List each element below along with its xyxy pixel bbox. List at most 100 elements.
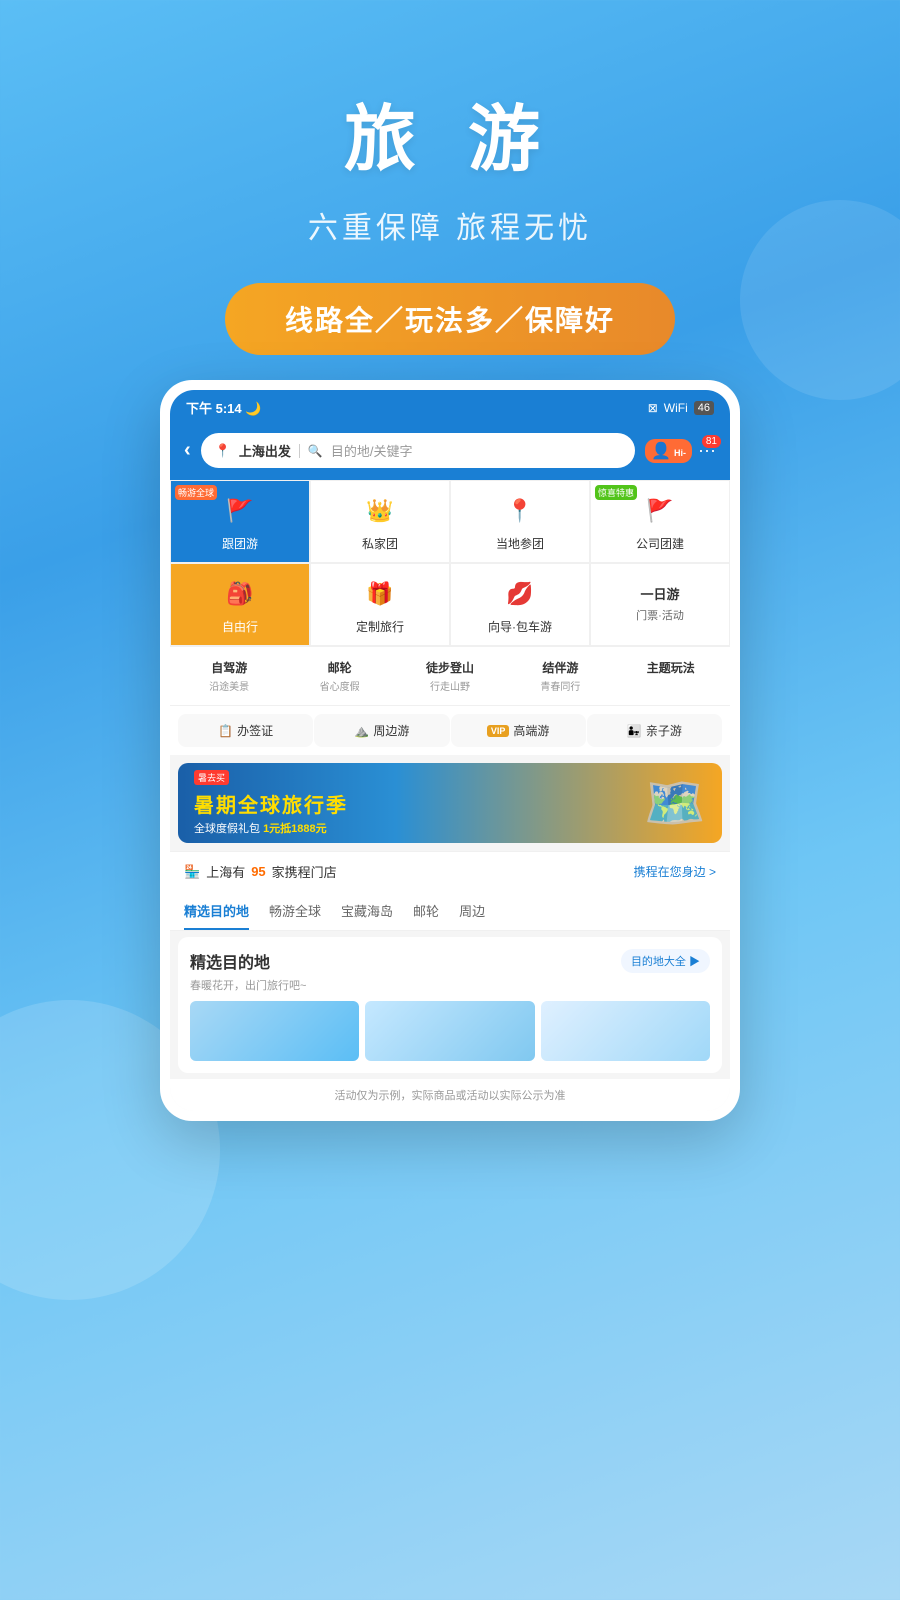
status-time: 下午 5:14 🌙 (186, 398, 261, 417)
companion-label: 结伴游 (509, 659, 611, 676)
featured-title: 精选目的地 (190, 949, 270, 973)
free-travel-icon: 🎒 (220, 574, 260, 614)
visa-label: 办签证 (237, 722, 273, 739)
free-travel-label: 自由行 (222, 618, 258, 635)
family-icon: 👨‍👧 (627, 724, 642, 738)
store-left: 🏪 上海有 95 家携程门店 (184, 862, 337, 881)
menu-item-local-tour[interactable]: 📍 当地参团 (450, 480, 590, 563)
phone-mockup: 下午 5:14 🌙 ⊠ WiFi 46 ‹ 📍 上海出发 🔍 目的地/关键字 (160, 380, 740, 1121)
banner-title: 暑期全球旅行季 (194, 789, 644, 818)
hero-title: 旅 游 (0, 80, 900, 185)
tab-featured[interactable]: 精选目的地 (184, 891, 249, 930)
visa-icon: 📋 (218, 724, 233, 738)
service-nearby[interactable]: ⛰️ 周边游 (314, 714, 449, 747)
service-tags: 📋 办签证 ⛰️ 周边游 VIP 高端游 👨‍👧 亲子游 (170, 705, 730, 755)
banner-promo-tag: 暑去买 (194, 770, 229, 785)
theme-label: 主题玩法 (620, 659, 722, 676)
featured-desc: 春暖花开，出门旅行吧~ (190, 977, 710, 993)
menu-item-group-tour[interactable]: 畅游全球 🚩 跟团游 (170, 480, 310, 563)
banner-promo: 1元抵1888元 (263, 823, 327, 835)
disclaimer: 活动仅为示例，实际商品或活动以实际公示为准 (170, 1079, 730, 1111)
banner-subtitle: 全球度假礼包 1元抵1888元 (194, 820, 644, 836)
tab-island[interactable]: 宝藏海岛 (341, 891, 393, 930)
custom-tour-icon: 🎁 (360, 574, 400, 614)
service-visa[interactable]: 📋 办签证 (178, 714, 313, 747)
sub-item-cruise[interactable]: 邮轮 省心度假 (284, 655, 394, 697)
nearby-icon: ⛰️ (354, 724, 369, 738)
sub-item-self-drive[interactable]: 自驾游 沿途美景 (174, 655, 284, 697)
search-placeholder: 目的地/关键字 (331, 441, 413, 460)
cruise-sublabel: 省心度假 (288, 678, 390, 693)
menu-item-free-travel[interactable]: 🎒 自由行 (170, 563, 310, 646)
phone-inner: 下午 5:14 🌙 ⊠ WiFi 46 ‹ 📍 上海出发 🔍 目的地/关键字 (170, 390, 730, 1111)
message-count: 81 (702, 435, 721, 448)
back-button[interactable]: ‹ (184, 439, 191, 462)
store-link[interactable]: 携程在您身边 > (634, 863, 716, 880)
tab-nearby[interactable]: 周边 (459, 891, 485, 930)
avatar-icon: 👤 (651, 443, 671, 460)
search-input-area[interactable]: 📍 上海出发 🔍 目的地/关键字 (201, 433, 635, 468)
sim-icon: ⊠ (648, 401, 658, 415)
hero-badge: 线路全／玩法多／保障好 (225, 283, 675, 355)
promo-tag-group: 畅游全球 (175, 485, 217, 500)
sub-item-hiking[interactable]: 徒步登山 行走山野 (395, 655, 505, 697)
featured-img-2 (365, 1001, 534, 1061)
day-tour-label1: 一日游 (640, 584, 679, 603)
location-icon: 📍 (215, 443, 231, 459)
message-badge[interactable]: ··· 81 (698, 440, 716, 461)
status-icons: ⊠ WiFi 46 (648, 401, 714, 415)
private-tour-label: 私家团 (362, 535, 398, 552)
status-bar: 下午 5:14 🌙 ⊠ WiFi 46 (170, 390, 730, 425)
service-premium[interactable]: VIP 高端游 (451, 714, 586, 747)
featured-images (190, 1001, 710, 1061)
group-tour-icon: 🚩 (220, 491, 260, 531)
tab-cruise[interactable]: 邮轮 (413, 891, 439, 930)
store-prefix: 上海有 (206, 862, 245, 881)
sub-item-companion[interactable]: 结伴游 青春同行 (505, 655, 615, 697)
hiking-sublabel: 行走山野 (399, 678, 501, 693)
guide-tour-label: 向导·包车游 (488, 618, 552, 635)
store-suffix: 家携程门店 (272, 862, 337, 881)
sub-menu-row: 自驾游 沿途美景 邮轮 省心度假 徒步登山 行走山野 结伴游 青春同行 主题玩法 (170, 646, 730, 705)
nearby-label: 周边游 (373, 722, 409, 739)
tab-global[interactable]: 畅游全球 (269, 891, 321, 930)
featured-section: 精选目的地 目的地大全 ▶ 春暖花开，出门旅行吧~ (178, 937, 722, 1073)
menu-grid-row2: 🎒 自由行 🎁 定制旅行 💋 向导·包车游 一日游 门票·活动 (170, 563, 730, 646)
self-drive-sublabel: 沿途美景 (178, 678, 280, 693)
corporate-label: 公司团建 (636, 535, 684, 552)
search-right-icons: 👤 Hi- ··· 81 (645, 439, 716, 463)
family-label: 亲子游 (646, 722, 682, 739)
self-drive-label: 自驾游 (178, 659, 280, 676)
tabs-row: 精选目的地 畅游全球 宝藏海岛 邮轮 周边 (170, 891, 730, 931)
menu-item-private-tour[interactable]: 👑 私家团 (310, 480, 450, 563)
menu-item-guide-tour[interactable]: 💋 向导·包车游 (450, 563, 590, 646)
menu-item-day-tour[interactable]: 一日游 门票·活动 (590, 563, 730, 646)
menu-item-custom-tour[interactable]: 🎁 定制旅行 (310, 563, 450, 646)
service-family[interactable]: 👨‍👧 亲子游 (587, 714, 722, 747)
menu-item-corporate[interactable]: 惊喜特惠 🚩 公司团建 (590, 480, 730, 563)
group-tour-label: 跟团游 (222, 535, 258, 552)
hi-badge[interactable]: 👤 Hi- (645, 439, 692, 463)
premium-label: 高端游 (513, 722, 549, 739)
promo-tag-corporate: 惊喜特惠 (595, 485, 637, 500)
store-icon: 🏪 (184, 864, 200, 880)
search-divider (299, 444, 300, 458)
featured-header: 精选目的地 目的地大全 ▶ (190, 949, 710, 973)
sub-item-theme[interactable]: 主题玩法 (616, 655, 726, 697)
featured-img-1 (190, 1001, 359, 1061)
departure-text: 上海出发 (239, 441, 291, 460)
cruise-label: 邮轮 (288, 659, 390, 676)
promo-banner[interactable]: 暑去买 暑期全球旅行季 全球度假礼包 1元抵1888元 🗺️ (178, 763, 722, 843)
companion-sublabel: 青春同行 (509, 678, 611, 693)
banner-text-area: 暑去买 暑期全球旅行季 全球度假礼包 1元抵1888元 (194, 770, 644, 836)
featured-all-btn[interactable]: 目的地大全 ▶ (621, 949, 710, 973)
wifi-icon: WiFi (664, 401, 688, 415)
banner-illustration: 🗺️ (644, 774, 706, 833)
local-tour-icon: 📍 (500, 491, 540, 531)
day-tour-label2: 门票·活动 (636, 607, 684, 623)
search-icon: 🔍 (308, 444, 323, 458)
private-tour-icon: 👑 (360, 491, 400, 531)
hiking-label: 徒步登山 (399, 659, 501, 676)
moon-icon: 🌙 (245, 401, 261, 416)
corporate-icon: 🚩 (640, 491, 680, 531)
